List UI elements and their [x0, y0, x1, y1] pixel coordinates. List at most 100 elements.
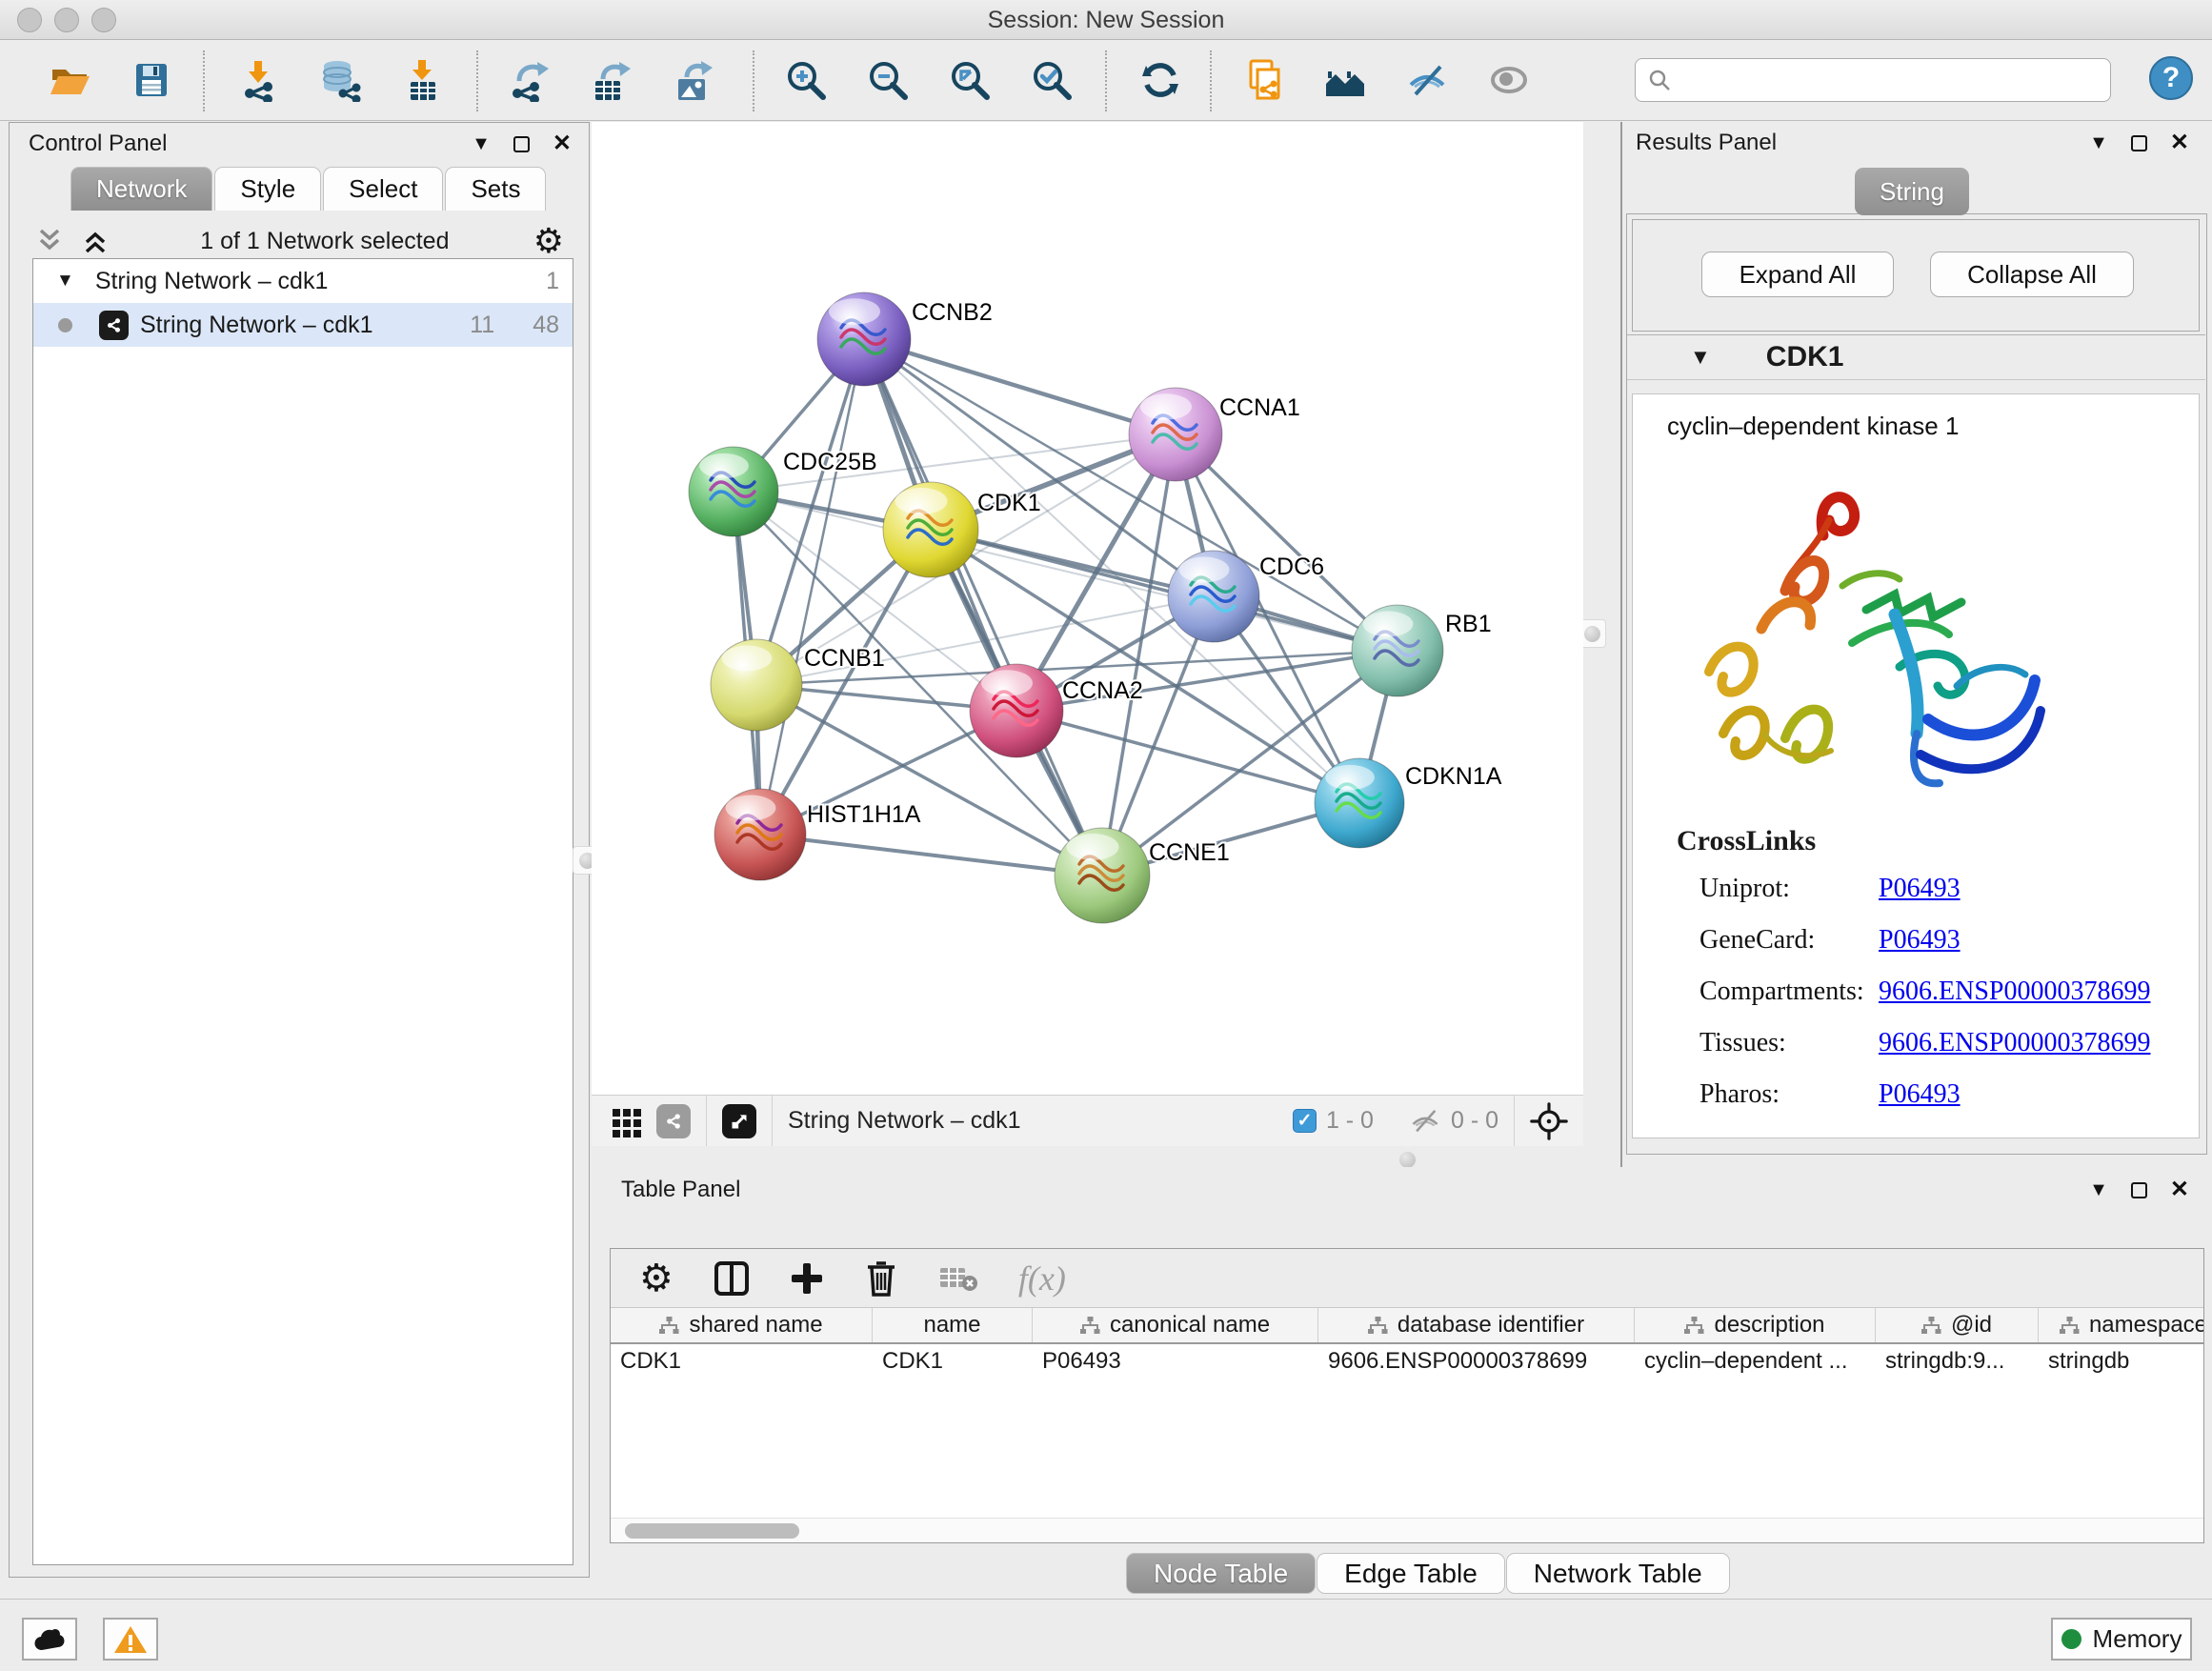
network-edge[interactable] — [931, 530, 1398, 651]
collapse-all-button[interactable]: Collapse All — [1930, 252, 2134, 297]
table-cell: stringdb — [2039, 1344, 2203, 1379]
network-selection-status: 1 of 1 Network selected — [116, 228, 533, 255]
zoom-selected-button[interactable] — [1030, 58, 1074, 102]
show-hide-panel-button[interactable] — [1487, 58, 1531, 102]
add-column-icon[interactable] — [790, 1261, 824, 1296]
crosslinks-heading: CrossLinks — [1677, 825, 1816, 857]
crosslink-link[interactable]: 9606.ENSP00000378699 — [1879, 1028, 2150, 1057]
control-panel-float-icon[interactable] — [513, 136, 530, 152]
network-row-selected[interactable]: String Network – cdk1 11 48 — [33, 303, 573, 347]
tab-network[interactable]: Network — [70, 167, 212, 211]
gene-symbol: CDK1 — [1766, 341, 1844, 373]
expand-all-button[interactable]: Expand All — [1701, 252, 1894, 297]
column-header--id[interactable]: @id — [1876, 1308, 2039, 1342]
open-session-button[interactable] — [48, 58, 91, 102]
network-node-ccna1[interactable]: CCNA1 — [1129, 388, 1300, 481]
control-panel-close-icon[interactable]: ✕ — [553, 132, 572, 155]
export-image-button[interactable] — [670, 58, 714, 102]
save-session-button[interactable] — [130, 58, 173, 102]
crosslink-link[interactable]: P06493 — [1879, 925, 1961, 955]
crosslink-link[interactable]: P06493 — [1879, 1079, 1961, 1109]
open-in-new-window-icon[interactable] — [722, 1104, 756, 1138]
crosslink-link[interactable]: 9606.ENSP00000378699 — [1879, 976, 2150, 1006]
network-edge[interactable] — [864, 339, 1176, 434]
network-node-label: CCNA2 — [1062, 677, 1143, 704]
results-panel-close-icon[interactable]: ✕ — [2170, 131, 2189, 154]
control-panel-collapse-icon[interactable]: ▼ — [472, 134, 491, 153]
network-canvas[interactable]: CCNB2CCNA1CDC25BCDK1CDC6RB1CCNB1CCNA2CDK… — [592, 122, 1583, 1095]
table-options-gear-icon[interactable]: ⚙ — [639, 1259, 674, 1298]
network-node-rb1[interactable]: RB1 — [1352, 605, 1492, 696]
results-panel-float-icon[interactable] — [2131, 135, 2147, 151]
search-box[interactable] — [1635, 58, 2111, 102]
column-header-database-identifier[interactable]: database identifier — [1318, 1308, 1635, 1342]
tab-string[interactable]: String — [1855, 168, 1969, 215]
network-view[interactable]: CCNB2CCNA1CDC25BCDK1CDC6RB1CCNB1CCNA2CDK… — [592, 122, 1583, 1146]
network-options-gear-icon[interactable]: ⚙ — [533, 224, 564, 258]
tab-node-table[interactable]: Node Table — [1126, 1553, 1316, 1594]
zoom-out-button[interactable] — [866, 58, 910, 102]
table-row[interactable]: CDK1CDK1P064939606.ENSP00000378699cyclin… — [611, 1344, 2203, 1379]
crosslink-link[interactable]: P06493 — [1879, 874, 1961, 903]
collapse-all-icon[interactable] — [38, 227, 70, 255]
gene-section-header[interactable]: ▼ CDK1 — [1627, 334, 2205, 380]
tree-expander-icon[interactable]: ▼ — [56, 271, 74, 292]
network-node-cdkn1a[interactable]: CDKN1A — [1315, 758, 1502, 848]
warnings-button[interactable] — [103, 1618, 158, 1661]
cloud-button[interactable] — [22, 1618, 77, 1661]
tab-select[interactable]: Select — [323, 167, 443, 211]
refresh-button[interactable] — [1138, 58, 1182, 102]
network-node-ccna2[interactable]: CCNA2 — [970, 664, 1143, 757]
column-header-label: shared name — [689, 1312, 822, 1339]
status-bar: Memory — [0, 1599, 2212, 1671]
tab-style[interactable]: Style — [214, 167, 321, 211]
delete-column-trash-icon[interactable] — [864, 1259, 898, 1298]
column-header-name[interactable]: name — [873, 1308, 1033, 1342]
table-header-row[interactable]: shared name namecanonical namedatabase id… — [611, 1308, 2203, 1344]
network-edge[interactable] — [1016, 711, 1359, 803]
search-input[interactable] — [1679, 67, 2089, 93]
network-node-hist1h1a[interactable]: HIST1H1A — [714, 789, 921, 880]
column-header-description[interactable]: description — [1635, 1308, 1876, 1342]
table-hscrollbar-thumb[interactable] — [625, 1523, 799, 1539]
zoom-fit-button[interactable] — [948, 58, 992, 102]
cytoscape-window: { "window": { "title": "Session: New Ses… — [0, 0, 2212, 1671]
network-collection-row[interactable]: ▼ String Network – cdk1 1 — [33, 259, 573, 303]
table-panel-close-icon[interactable]: ✕ — [2170, 1178, 2189, 1201]
memory-button[interactable]: Memory — [2051, 1618, 2192, 1661]
import-table-button[interactable] — [400, 58, 444, 102]
column-header-namespace[interactable]: namespace — [2039, 1308, 2203, 1342]
table-cell: 9606.ENSP00000378699 — [1318, 1344, 1635, 1379]
hide-panels-button[interactable] — [1405, 58, 1449, 102]
network-node-ccne1[interactable]: CCNE1 — [1055, 828, 1230, 923]
help-button[interactable]: ? — [2149, 56, 2193, 100]
table-panel-float-icon[interactable] — [2131, 1182, 2147, 1198]
network-edge[interactable] — [864, 339, 1102, 876]
zoom-in-button[interactable] — [784, 58, 828, 102]
results-panel-collapse-icon[interactable]: ▼ — [2089, 133, 2108, 152]
tab-edge-table[interactable]: Edge Table — [1317, 1553, 1505, 1594]
import-network-from-database-button[interactable] — [318, 58, 362, 102]
duplicate-network-button[interactable] — [1241, 58, 1285, 102]
column-header-shared-name[interactable]: shared name — [611, 1308, 873, 1342]
network-edge[interactable] — [760, 339, 864, 835]
export-network-button[interactable] — [506, 58, 550, 102]
network-node-cdc25b[interactable]: CDC25B — [689, 447, 877, 536]
network-overview-button[interactable] — [1323, 58, 1367, 102]
import-network-button[interactable] — [236, 58, 280, 102]
show-columns-icon[interactable] — [714, 1260, 750, 1297]
column-header-label: namespace — [2089, 1312, 2203, 1339]
gene-expander-icon[interactable]: ▼ — [1690, 345, 1711, 370]
tab-sets[interactable]: Sets — [445, 167, 546, 211]
selected-checkbox-icon[interactable]: ✓ — [1293, 1109, 1317, 1133]
export-table-button[interactable] — [588, 58, 632, 102]
tab-network-table[interactable]: Network Table — [1506, 1553, 1730, 1594]
network-badge-icon[interactable] — [656, 1104, 691, 1138]
grid-view-icon[interactable] — [611, 1105, 643, 1137]
table-panel-collapse-icon[interactable]: ▼ — [2089, 1180, 2108, 1199]
fit-selected-crosshair-icon[interactable] — [1530, 1102, 1568, 1140]
network-edge[interactable] — [760, 835, 1102, 876]
expand-all-icon[interactable] — [84, 227, 116, 255]
column-header-canonical-name[interactable]: canonical name — [1033, 1308, 1318, 1342]
table-hscrollbar[interactable] — [611, 1518, 2203, 1542]
